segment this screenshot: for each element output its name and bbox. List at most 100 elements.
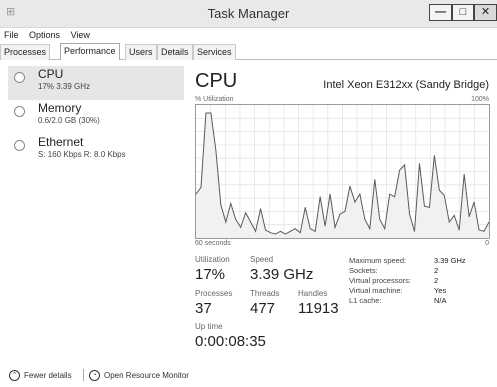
utilization-point (443, 195, 445, 196)
sidebar-item-cpu[interactable]: CPU 17% 3.39 GHz (8, 66, 184, 100)
menu-options[interactable]: Options (29, 28, 60, 42)
utilization-point (473, 201, 475, 203)
spec-label: Virtual machine: (349, 286, 403, 295)
page-title: CPU (195, 70, 238, 92)
utilization-point (265, 229, 266, 231)
tab-performance[interactable]: Performance (60, 43, 120, 60)
utilization-point (289, 230, 291, 232)
utilization-point (225, 221, 227, 223)
utilization-point (245, 212, 247, 214)
utilization-point (414, 230, 415, 232)
x-axis-label: 60 seconds (195, 240, 231, 247)
utilization-point (394, 196, 396, 198)
utilization-point (215, 149, 217, 151)
resource-sidebar: CPU 17% 3.39 GHz Memory 0.6/2.0 GB (30%)… (8, 66, 184, 168)
utilization-point (314, 230, 316, 232)
footer-bar: ⌃ Fewer details ◔ Open Resource Monitor (0, 365, 497, 387)
spec-value: 3.39 GHz (434, 256, 466, 265)
close-button[interactable]: ✕ (474, 4, 497, 21)
footer-divider (83, 369, 84, 381)
threads-label: Threads (250, 289, 280, 298)
x-axis-end-label: 0 (485, 240, 489, 247)
utilization-point (195, 193, 197, 195)
title-bar[interactable]: ⊞ Task Manager — □ ✕ (0, 0, 497, 28)
utilization-point (349, 185, 351, 187)
utilization-point (339, 213, 341, 215)
utilization-point (309, 228, 311, 230)
utilization-point (463, 173, 465, 175)
utilization-point (374, 179, 376, 180)
utilization-point (364, 218, 366, 220)
uptime-value: 0:00:08:35 (195, 333, 266, 350)
utilization-point (260, 208, 261, 210)
threads-value: 477 (250, 300, 276, 317)
cpu-model-name: Intel Xeon E312xx (Sandy Bridge) (323, 79, 489, 91)
spec-label: Virtual processors: (349, 276, 411, 285)
utilization-point (458, 229, 460, 231)
sidebar-item-detail: 0.6/2.0 GB (30%) (38, 116, 100, 125)
spec-label: L1 cache: (349, 296, 382, 305)
utilization-point (220, 204, 222, 206)
utilization-point (488, 221, 490, 223)
menu-file[interactable]: File (4, 28, 19, 42)
radio-icon (14, 106, 25, 117)
handles-label: Handles (298, 289, 328, 298)
spec-value: 2 (434, 266, 439, 275)
sidebar-item-label: CPU (38, 67, 64, 81)
tab-strip: Processes Performance Users Details Serv… (0, 43, 497, 60)
sidebar-item-detail: S: 160 Kbps R: 8.0 Kbps (38, 150, 126, 159)
radio-icon (14, 140, 25, 151)
utilization-point (424, 205, 425, 207)
utilization-point (448, 221, 450, 223)
utilization-point (478, 229, 480, 231)
sidebar-item-memory[interactable]: Memory 0.6/2.0 GB (30%) (14, 100, 174, 134)
open-resource-monitor-link[interactable]: Open Resource Monitor (104, 371, 189, 380)
utilization-point (200, 187, 202, 188)
utilization-point (389, 193, 391, 195)
sidebar-item-label: Memory (38, 101, 82, 115)
menu-view[interactable]: View (71, 28, 90, 42)
utilization-label: Utilization (195, 255, 230, 264)
spec-value: N/A (434, 296, 447, 305)
spec-value: 2 (434, 276, 439, 285)
fewer-details-link[interactable]: Fewer details (24, 371, 72, 380)
utilization-point (379, 218, 381, 220)
utilization-point (299, 232, 301, 234)
utilization-point (235, 218, 237, 220)
utilization-point (359, 193, 361, 195)
sidebar-item-detail: 17% 3.39 GHz (38, 82, 91, 91)
utilization-point (280, 230, 281, 232)
tab-processes[interactable]: Processes (0, 44, 51, 60)
processes-label: Processes (195, 289, 233, 298)
uptime-label: Up time (195, 322, 223, 331)
utilization-point (354, 201, 356, 203)
utilization-point (294, 228, 296, 230)
handles-value: 11913 (298, 300, 339, 317)
tab-details[interactable]: Details (157, 44, 193, 60)
chevron-up-icon[interactable]: ⌃ (9, 370, 20, 381)
utilization-point (419, 163, 420, 164)
utilization-point (329, 193, 331, 195)
utilization-point (324, 225, 326, 227)
utilization-point (344, 211, 346, 212)
utilization-point (319, 196, 321, 198)
utilization-point (255, 230, 256, 232)
tab-users[interactable]: Users (125, 44, 157, 60)
utilization-point (404, 164, 405, 166)
utilization-point (409, 213, 410, 215)
utilization-point (210, 112, 212, 114)
maximize-button[interactable]: □ (452, 4, 474, 21)
menu-bar: File Options View (0, 28, 94, 42)
utilization-point (334, 226, 336, 228)
tab-services[interactable]: Services (193, 44, 236, 60)
utilization-point (384, 228, 386, 230)
spec-label: Sockets: (349, 266, 378, 275)
resource-monitor-icon: ◔ (89, 370, 100, 381)
speed-value: 3.39 GHz (250, 266, 314, 283)
y-axis-label: % Utilization (195, 96, 234, 103)
utilization-point (304, 207, 306, 208)
cpu-utilization-graph (195, 104, 490, 239)
sidebar-item-ethernet[interactable]: Ethernet S: 160 Kbps R: 8.0 Kbps (14, 134, 174, 168)
utilization-point (205, 112, 207, 114)
minimize-button[interactable]: — (429, 4, 452, 21)
